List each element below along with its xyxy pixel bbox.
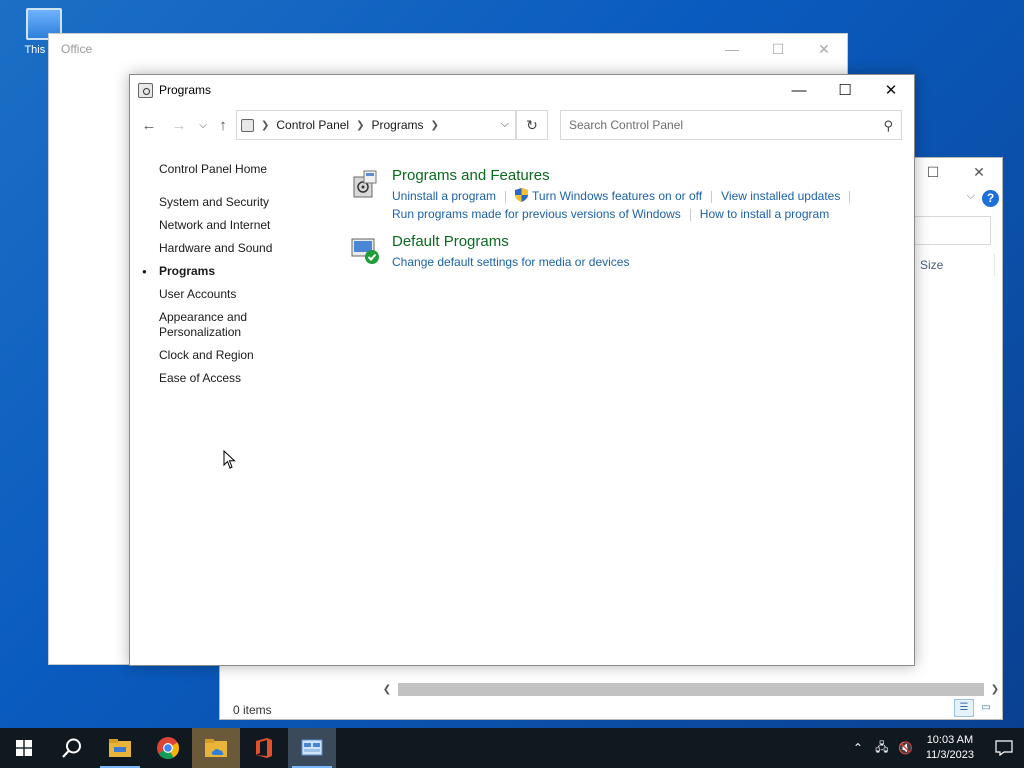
breadcrumb-separator-icon[interactable]: ❯	[431, 120, 439, 131]
title-bar[interactable]: Programs — ☐ ✕	[130, 75, 914, 106]
breadcrumb-programs[interactable]: Programs	[372, 118, 424, 132]
breadcrumb-separator-icon[interactable]: ❯	[261, 120, 269, 131]
nav-control-panel-home[interactable]: Control Panel Home	[159, 162, 329, 177]
control-panel-icon	[301, 739, 323, 756]
nav-clock-and-region[interactable]: Clock and Region	[159, 348, 329, 363]
nav-system-and-security[interactable]: System and Security	[159, 195, 329, 210]
status-item-count: 0 items	[233, 703, 272, 717]
clock-date: 11/3/2023	[925, 749, 974, 761]
system-tray: ⌃ 🖧 🔇 10:03 AM 11/3/2023	[846, 728, 1024, 768]
category-title-programs-and-features[interactable]: Programs and Features	[392, 167, 890, 184]
taskbar-onedrive-folder[interactable]	[192, 728, 240, 768]
network-icon[interactable]: 🖧	[870, 738, 894, 759]
maximize-icon[interactable]: ☐	[910, 158, 956, 186]
notifications-button[interactable]	[984, 740, 1024, 756]
category-title-default-programs[interactable]: Default Programs	[392, 233, 890, 250]
nav-network-and-internet[interactable]: Network and Internet	[159, 218, 329, 233]
minimize-button[interactable]: —	[776, 75, 822, 105]
control-panel-programs-window[interactable]: Programs — ☐ ✕ ← → ⌵ ↑ ❯ Control Panel ❯…	[129, 74, 915, 666]
chrome-icon	[157, 737, 179, 759]
link-separator	[689, 208, 691, 221]
close-icon[interactable]: ✕	[801, 34, 847, 64]
clock-time: 10:03 AM	[926, 734, 974, 746]
help-icon[interactable]: ?	[982, 190, 999, 207]
category-programs-and-features: Programs and Features Uninstall a progra…	[350, 167, 890, 223]
maximize-button[interactable]: ☐	[822, 75, 868, 105]
main-content: Programs and Features Uninstall a progra…	[350, 167, 890, 281]
link-view-installed-updates[interactable]: View installed updates	[721, 189, 840, 203]
nav-user-accounts[interactable]: User Accounts	[159, 287, 329, 302]
link-separator	[849, 190, 851, 203]
window-title: Programs	[159, 83, 212, 97]
link-separator	[505, 190, 507, 203]
taskbar-chrome[interactable]	[144, 728, 192, 768]
recent-locations-chevron-icon[interactable]: ⌵	[192, 109, 214, 141]
breadcrumb-separator-icon[interactable]: ❯	[356, 120, 364, 131]
link-separator	[711, 190, 713, 203]
scrollbar-thumb[interactable]	[398, 683, 984, 696]
address-bar[interactable]: ❯ Control Panel ❯ Programs ❯ ⌵	[236, 110, 516, 140]
clock[interactable]: 10:03 AM 11/3/2023	[926, 733, 974, 763]
breadcrumb-control-panel[interactable]: Control Panel	[276, 118, 349, 132]
search-icon	[62, 738, 81, 758]
volume-muted-icon[interactable]: 🔇	[894, 741, 918, 755]
link-change-default-settings[interactable]: Change default settings for media or dev…	[392, 255, 629, 269]
link-uninstall-program[interactable]: Uninstall a program	[392, 189, 496, 203]
horizontal-scrollbar[interactable]: ❮ ❯	[380, 681, 1002, 698]
forward-arrow-icon[interactable]: →	[168, 109, 190, 141]
nav-hardware-and-sound[interactable]: Hardware and Sound	[159, 241, 329, 256]
link-how-to-install[interactable]: How to install a program	[700, 207, 829, 221]
file-explorer-icon	[109, 739, 131, 757]
refresh-button[interactable]: ↻	[516, 110, 548, 140]
left-navigation: Control Panel Home System and Security N…	[142, 162, 329, 394]
start-icon	[16, 740, 32, 756]
start-button[interactable]	[0, 728, 48, 768]
link-run-previous-versions[interactable]: Run programs made for previous versions …	[392, 207, 681, 221]
nav-ease-of-access[interactable]: Ease of Access	[159, 371, 329, 386]
navigation-bar: ← → ⌵ ↑ ❯ Control Panel ❯ Programs ❯ ⌵ ↻…	[130, 109, 914, 141]
taskbar: ⌃ 🖧 🔇 10:03 AM 11/3/2023	[0, 728, 1024, 768]
explorer-search-box[interactable]	[913, 216, 991, 245]
taskbar-control-panel[interactable]	[288, 728, 336, 768]
taskbar-file-explorer[interactable]	[96, 728, 144, 768]
programs-and-features-icon	[353, 170, 377, 198]
chevron-up-icon[interactable]: ⌃	[846, 741, 870, 755]
office-window-title: Office	[61, 42, 93, 56]
nav-appearance-and-personalization[interactable]: Appearance and Personalization	[159, 310, 269, 340]
address-dropdown-icon[interactable]: ⌵	[501, 118, 509, 131]
nav-programs[interactable]: Programs	[142, 264, 329, 279]
scroll-right-icon[interactable]: ❯	[988, 684, 1002, 695]
search-box[interactable]: ⚲	[560, 110, 902, 140]
default-programs-icon	[351, 238, 379, 264]
column-divider	[994, 254, 995, 276]
mouse-cursor-icon	[223, 450, 236, 469]
search-icon[interactable]: ⚲	[883, 118, 893, 134]
close-icon[interactable]: ✕	[956, 158, 1002, 186]
large-icons-view-icon[interactable]: ▭	[976, 699, 996, 717]
details-view-icon[interactable]: ☰	[954, 699, 974, 717]
office-icon	[256, 738, 272, 758]
close-button[interactable]: ✕	[868, 75, 914, 105]
uac-shield-icon	[515, 188, 529, 202]
category-default-programs: Default Programs Change default settings…	[350, 233, 890, 271]
column-header-size[interactable]: Size	[920, 258, 943, 272]
control-panel-icon	[138, 83, 153, 98]
taskbar-search-button[interactable]	[48, 728, 96, 768]
back-arrow-icon[interactable]: ←	[138, 109, 160, 141]
minimize-icon[interactable]: —	[709, 34, 755, 64]
link-turn-windows-features[interactable]: Turn Windows features on or off	[532, 189, 702, 203]
chevron-down-icon[interactable]: ⌵	[967, 190, 975, 203]
scroll-left-icon[interactable]: ❮	[380, 684, 394, 695]
notification-icon	[995, 740, 1013, 756]
maximize-icon[interactable]: ☐	[755, 34, 801, 64]
taskbar-office[interactable]	[240, 728, 288, 768]
up-arrow-icon[interactable]: ↑	[212, 109, 234, 141]
onedrive-folder-icon	[205, 739, 227, 757]
search-input[interactable]	[569, 118, 869, 132]
control-panel-icon	[241, 118, 254, 132]
